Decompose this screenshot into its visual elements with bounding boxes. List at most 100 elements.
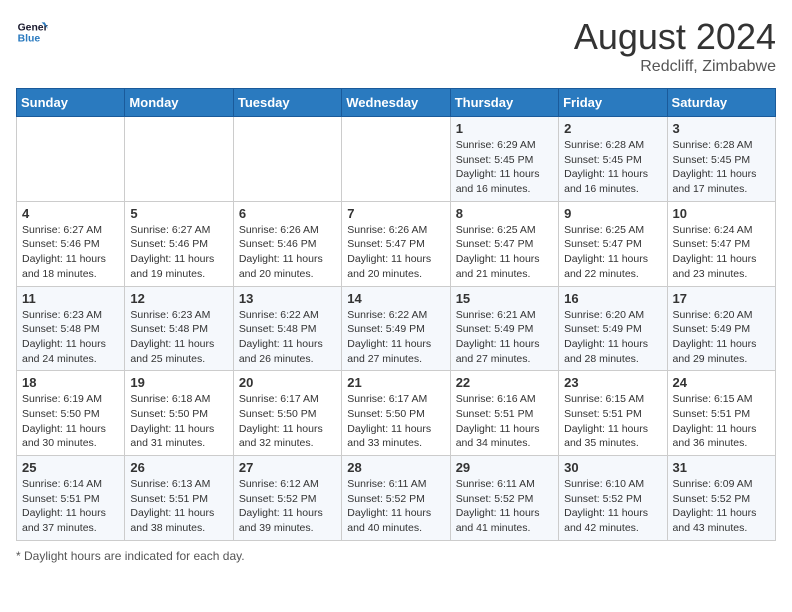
cell-info: Sunrise: 6:13 AMSunset: 5:51 PMDaylight:… xyxy=(130,477,227,536)
cell-info: Sunrise: 6:22 AMSunset: 5:48 PMDaylight:… xyxy=(239,308,336,367)
svg-text:Blue: Blue xyxy=(18,34,41,45)
weekday-header-monday: Monday xyxy=(125,89,233,117)
cell-info: Sunrise: 6:18 AMSunset: 5:50 PMDaylight:… xyxy=(130,392,227,451)
logo: General Blue xyxy=(16,16,48,48)
day-number: 31 xyxy=(673,460,770,475)
calendar-cell: 8 Sunrise: 6:25 AMSunset: 5:47 PMDaylight… xyxy=(450,201,558,286)
cell-info: Sunrise: 6:23 AMSunset: 5:48 PMDaylight:… xyxy=(22,308,119,367)
cell-info: Sunrise: 6:15 AMSunset: 5:51 PMDaylight:… xyxy=(564,392,661,451)
calendar-cell: 28 Sunrise: 6:11 AMSunset: 5:52 PMDayligh… xyxy=(342,456,450,541)
cell-info: Sunrise: 6:17 AMSunset: 5:50 PMDaylight:… xyxy=(239,392,336,451)
calendar-cell: 9 Sunrise: 6:25 AMSunset: 5:47 PMDaylight… xyxy=(559,201,667,286)
calendar-cell: 25 Sunrise: 6:14 AMSunset: 5:51 PMDayligh… xyxy=(17,456,125,541)
calendar-cell: 16 Sunrise: 6:20 AMSunset: 5:49 PMDayligh… xyxy=(559,286,667,371)
cell-info: Sunrise: 6:15 AMSunset: 5:51 PMDaylight:… xyxy=(673,392,770,451)
calendar-cell: 5Sunrise: 6:27 AMSunset: 5:46 PMDaylight… xyxy=(125,201,233,286)
cell-info: Sunrise: 6:24 AMSunset: 5:47 PMDaylight:… xyxy=(673,223,770,282)
cell-info: Sunrise: 6:20 AMSunset: 5:49 PMDaylight:… xyxy=(673,308,770,367)
month-year: August 2024 xyxy=(574,16,776,58)
calendar-cell: 29 Sunrise: 6:11 AMSunset: 5:52 PMDayligh… xyxy=(450,456,558,541)
calendar-week-row: 11 Sunrise: 6:23 AMSunset: 5:48 PMDayligh… xyxy=(17,286,776,371)
day-number: 21 xyxy=(347,375,444,390)
weekday-header-wednesday: Wednesday xyxy=(342,89,450,117)
day-number: 8 xyxy=(456,206,553,221)
cell-info: Sunrise: 6:29 AMSunset: 5:45 PMDaylight:… xyxy=(456,138,553,197)
calendar-cell: 20Sunrise: 6:17 AMSunset: 5:50 PMDayligh… xyxy=(233,371,341,456)
calendar-cell xyxy=(233,117,341,202)
cell-info: Sunrise: 6:25 AMSunset: 5:47 PMDaylight:… xyxy=(564,223,661,282)
calendar-cell: 3Sunrise: 6:28 AMSunset: 5:45 PMDaylight… xyxy=(667,117,775,202)
weekday-header-sunday: Sunday xyxy=(17,89,125,117)
cell-info: Sunrise: 6:11 AMSunset: 5:52 PMDaylight:… xyxy=(456,477,553,536)
calendar-cell: 27 Sunrise: 6:12 AMSunset: 5:52 PMDayligh… xyxy=(233,456,341,541)
weekday-header-tuesday: Tuesday xyxy=(233,89,341,117)
calendar-cell: 18Sunrise: 6:19 AMSunset: 5:50 PMDayligh… xyxy=(17,371,125,456)
calendar-table: SundayMondayTuesdayWednesdayThursdayFrid… xyxy=(16,88,776,541)
calendar-header-row: SundayMondayTuesdayWednesdayThursdayFrid… xyxy=(17,89,776,117)
day-number: 14 xyxy=(347,291,444,306)
cell-info: Sunrise: 6:20 AMSunset: 5:49 PMDaylight:… xyxy=(564,308,661,367)
calendar-cell: 24 Sunrise: 6:15 AMSunset: 5:51 PMDayligh… xyxy=(667,371,775,456)
cell-info: Sunrise: 6:11 AMSunset: 5:52 PMDaylight:… xyxy=(347,477,444,536)
day-number: 6 xyxy=(239,206,336,221)
day-number: 29 xyxy=(456,460,553,475)
calendar-cell: 26Sunrise: 6:13 AMSunset: 5:51 PMDayligh… xyxy=(125,456,233,541)
calendar-cell: 11 Sunrise: 6:23 AMSunset: 5:48 PMDayligh… xyxy=(17,286,125,371)
day-number: 28 xyxy=(347,460,444,475)
page-header: General Blue August 2024 Redcliff, Zimba… xyxy=(16,16,776,76)
day-number: 7 xyxy=(347,206,444,221)
day-number: 27 xyxy=(239,460,336,475)
day-number: 2 xyxy=(564,121,661,136)
calendar-body: 1 Sunrise: 6:29 AMSunset: 5:45 PMDaylight… xyxy=(17,117,776,541)
calendar-week-row: 18Sunrise: 6:19 AMSunset: 5:50 PMDayligh… xyxy=(17,371,776,456)
cell-info: Sunrise: 6:10 AMSunset: 5:52 PMDaylight:… xyxy=(564,477,661,536)
weekday-header-thursday: Thursday xyxy=(450,89,558,117)
day-number: 3 xyxy=(673,121,770,136)
day-number: 11 xyxy=(22,291,119,306)
calendar-cell: 31 Sunrise: 6:09 AMSunset: 5:52 PMDayligh… xyxy=(667,456,775,541)
day-number: 25 xyxy=(22,460,119,475)
calendar-cell: 4 Sunrise: 6:27 AMSunset: 5:46 PMDaylight… xyxy=(17,201,125,286)
location: Redcliff, Zimbabwe xyxy=(574,58,776,76)
cell-info: Sunrise: 6:14 AMSunset: 5:51 PMDaylight:… xyxy=(22,477,119,536)
calendar-cell: 12 Sunrise: 6:23 AMSunset: 5:48 PMDayligh… xyxy=(125,286,233,371)
calendar-cell: 19 Sunrise: 6:18 AMSunset: 5:50 PMDayligh… xyxy=(125,371,233,456)
title-area: August 2024 Redcliff, Zimbabwe xyxy=(574,16,776,76)
weekday-header-saturday: Saturday xyxy=(667,89,775,117)
calendar-cell: 10 Sunrise: 6:24 AMSunset: 5:47 PMDayligh… xyxy=(667,201,775,286)
cell-info: Sunrise: 6:25 AMSunset: 5:47 PMDaylight:… xyxy=(456,223,553,282)
weekday-header-friday: Friday xyxy=(559,89,667,117)
day-number: 22 xyxy=(456,375,553,390)
calendar-cell xyxy=(125,117,233,202)
day-number: 30 xyxy=(564,460,661,475)
cell-info: Sunrise: 6:09 AMSunset: 5:52 PMDaylight:… xyxy=(673,477,770,536)
day-number: 4 xyxy=(22,206,119,221)
calendar-cell xyxy=(17,117,125,202)
calendar-week-row: 1 Sunrise: 6:29 AMSunset: 5:45 PMDaylight… xyxy=(17,117,776,202)
cell-info: Sunrise: 6:12 AMSunset: 5:52 PMDaylight:… xyxy=(239,477,336,536)
day-number: 1 xyxy=(456,121,553,136)
day-number: 24 xyxy=(673,375,770,390)
cell-info: Sunrise: 6:26 AMSunset: 5:47 PMDaylight:… xyxy=(347,223,444,282)
calendar-cell: 13Sunrise: 6:22 AMSunset: 5:48 PMDayligh… xyxy=(233,286,341,371)
calendar-week-row: 25 Sunrise: 6:14 AMSunset: 5:51 PMDayligh… xyxy=(17,456,776,541)
day-number: 9 xyxy=(564,206,661,221)
cell-info: Sunrise: 6:16 AMSunset: 5:51 PMDaylight:… xyxy=(456,392,553,451)
calendar-cell: 7 Sunrise: 6:26 AMSunset: 5:47 PMDaylight… xyxy=(342,201,450,286)
calendar-cell: 15Sunrise: 6:21 AMSunset: 5:49 PMDayligh… xyxy=(450,286,558,371)
footer-note: * Daylight hours are indicated for each … xyxy=(16,549,776,563)
cell-info: Sunrise: 6:21 AMSunset: 5:49 PMDaylight:… xyxy=(456,308,553,367)
calendar-cell: 17Sunrise: 6:20 AMSunset: 5:49 PMDayligh… xyxy=(667,286,775,371)
day-number: 10 xyxy=(673,206,770,221)
day-number: 12 xyxy=(130,291,227,306)
calendar-week-row: 4 Sunrise: 6:27 AMSunset: 5:46 PMDaylight… xyxy=(17,201,776,286)
cell-info: Sunrise: 6:19 AMSunset: 5:50 PMDaylight:… xyxy=(22,392,119,451)
cell-info: Sunrise: 6:27 AMSunset: 5:46 PMDaylight:… xyxy=(22,223,119,282)
cell-info: Sunrise: 6:17 AMSunset: 5:50 PMDaylight:… xyxy=(347,392,444,451)
day-number: 5 xyxy=(130,206,227,221)
day-number: 16 xyxy=(564,291,661,306)
cell-info: Sunrise: 6:23 AMSunset: 5:48 PMDaylight:… xyxy=(130,308,227,367)
daylight-hours-label: Daylight hours xyxy=(24,549,101,563)
day-number: 19 xyxy=(130,375,227,390)
day-number: 23 xyxy=(564,375,661,390)
